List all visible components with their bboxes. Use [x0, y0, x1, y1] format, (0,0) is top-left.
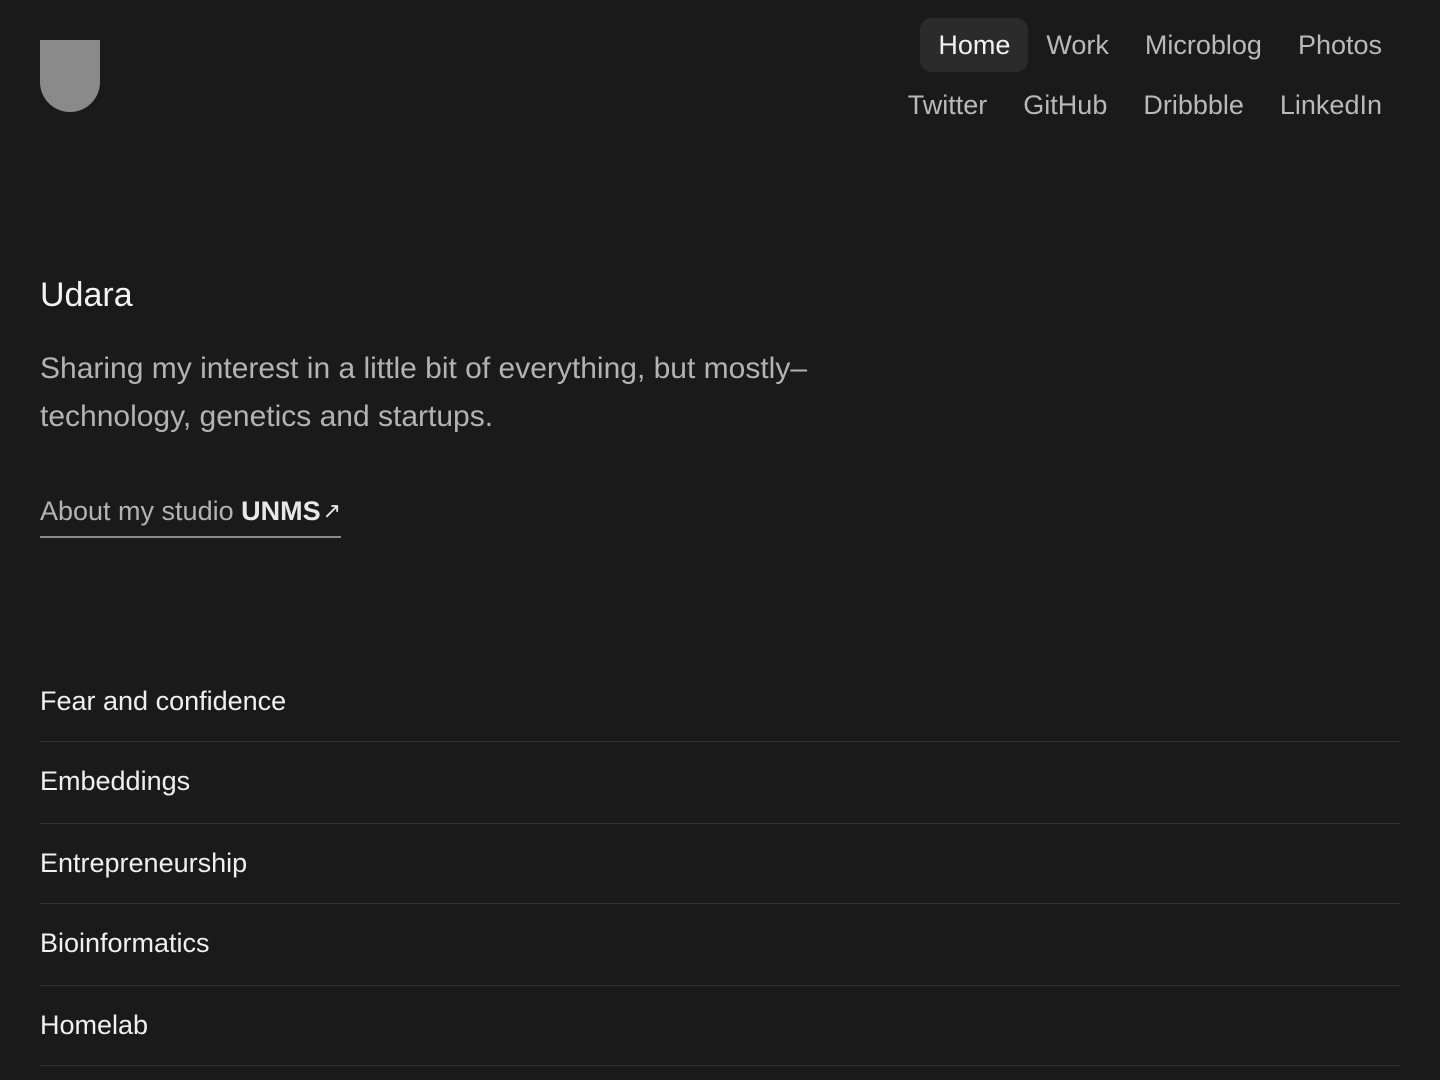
- post-item[interactable]: Embeddings: [40, 742, 1400, 824]
- post-item[interactable]: Bioinformatics: [40, 904, 1400, 986]
- top-navigation: Home Work Microblog Photos Twitter GitHu…: [890, 18, 1400, 132]
- studio-link[interactable]: About my studio UNMS↗: [40, 494, 342, 538]
- arrow-up-right-icon: ↗: [322, 498, 342, 523]
- nav-twitter[interactable]: Twitter: [890, 78, 1006, 132]
- nav-home[interactable]: Home: [920, 18, 1029, 72]
- nav-dribbble[interactable]: Dribbble: [1125, 78, 1262, 132]
- post-item[interactable]: Fear and confidence: [40, 662, 1400, 742]
- studio-link-prefix: About my studio: [40, 496, 242, 526]
- intro-section: Udara Sharing my interest in a little bi…: [40, 275, 840, 441]
- nav-linkedin[interactable]: LinkedIn: [1262, 78, 1400, 132]
- post-list: Fear and confidence Embeddings Entrepren…: [40, 662, 1400, 1066]
- site-logo[interactable]: [40, 40, 100, 112]
- primary-nav: Home Work Microblog Photos: [920, 18, 1400, 72]
- nav-microblog[interactable]: Microblog: [1127, 18, 1280, 72]
- post-item[interactable]: Entrepreneurship: [40, 824, 1400, 904]
- nav-work[interactable]: Work: [1028, 18, 1127, 72]
- page-title: Udara: [40, 276, 133, 314]
- nav-photos[interactable]: Photos: [1280, 18, 1400, 72]
- tagline: Sharing my interest in a little bit of e…: [40, 352, 808, 433]
- studio-name: UNMS: [241, 496, 321, 526]
- social-nav: Twitter GitHub Dribbble LinkedIn: [890, 78, 1400, 132]
- nav-github[interactable]: GitHub: [1005, 78, 1125, 132]
- post-item[interactable]: Homelab: [40, 986, 1400, 1066]
